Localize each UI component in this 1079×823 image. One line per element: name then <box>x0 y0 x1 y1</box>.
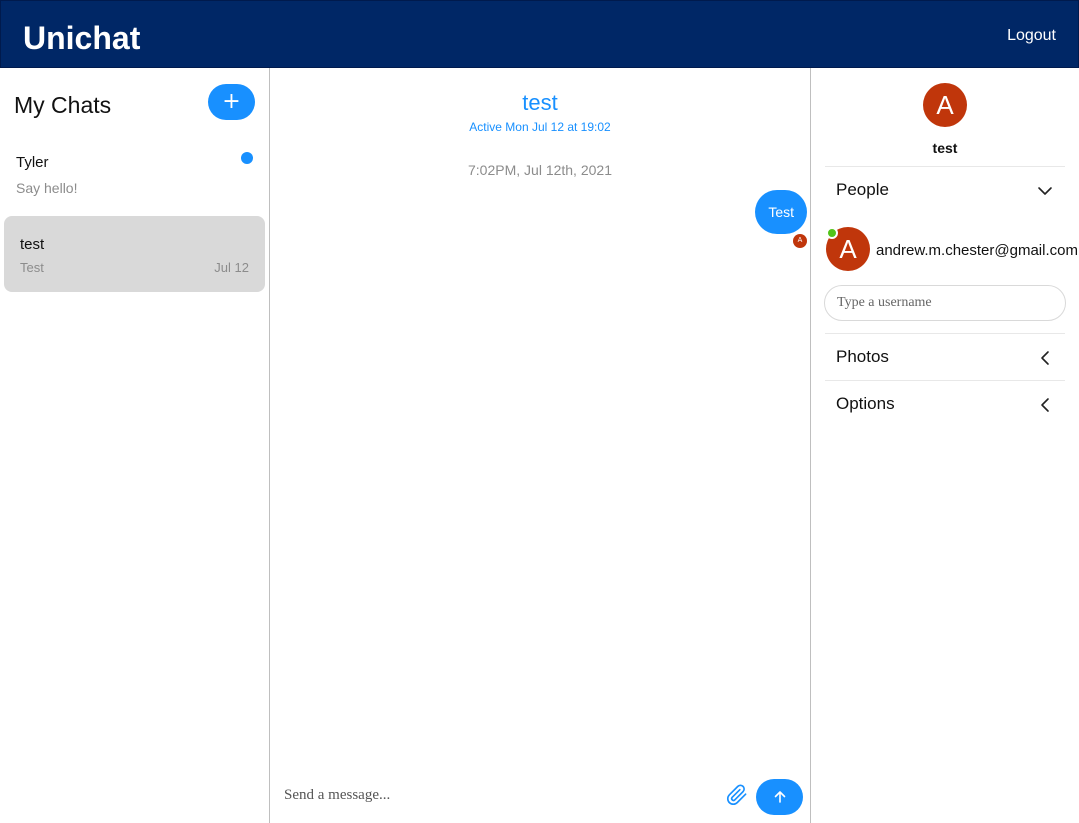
new-chat-button[interactable]: + <box>208 84 255 120</box>
chat-card-tyler[interactable]: Tyler Say hello! <box>4 144 265 220</box>
divider <box>825 166 1065 167</box>
chat-feed: test Active Mon Jul 12 at 19:02 7:02PM, … <box>270 68 810 823</box>
chat-card-date: Jul 12 <box>214 260 249 275</box>
logout-button[interactable]: Logout <box>1007 27 1056 45</box>
people-section-header[interactable]: People <box>825 168 1065 214</box>
app-logo: Unichat <box>23 20 141 56</box>
online-status-dot <box>826 227 838 239</box>
chevron-left-icon <box>1041 398 1049 412</box>
read-receipt-avatar: A <box>793 234 807 248</box>
chat-title: test <box>522 90 558 115</box>
divider <box>825 380 1065 381</box>
options-section-header[interactable]: Options <box>825 382 1065 428</box>
chat-list-title: My Chats <box>14 92 112 118</box>
chat-settings-title: test <box>932 140 958 156</box>
navbar: Unichat Logout <box>0 0 1079 68</box>
arrow-up-icon <box>774 791 785 803</box>
message-timestamp: 7:02PM, Jul 12th, 2021 <box>468 162 612 178</box>
chat-card-title: Tyler <box>16 154 49 171</box>
paperclip-icon[interactable] <box>726 784 748 806</box>
add-username-input[interactable] <box>824 285 1066 321</box>
chat-activity-status: Active Mon Jul 12 at 19:02 <box>469 120 611 134</box>
message-bubble[interactable]: Test <box>755 190 807 234</box>
chevron-down-icon <box>1038 187 1052 195</box>
chat-avatar: A <box>923 83 967 127</box>
send-button[interactable] <box>756 779 803 815</box>
section-label: Options <box>836 394 895 413</box>
section-label: Photos <box>836 347 889 366</box>
chat-settings-panel: A test People A andrew.m.chester@gmail.c… <box>810 68 1079 823</box>
chat-card-last-message: Test <box>20 260 44 275</box>
chat-card-test[interactable]: test Test Jul 12 <box>4 216 265 292</box>
section-label: People <box>836 180 889 199</box>
chevron-left-icon <box>1041 351 1049 365</box>
chat-card-title: test <box>20 236 45 253</box>
message-input[interactable] <box>284 782 704 808</box>
chat-list-panel: My Chats + Tyler Say hello! test Test Ju… <box>0 68 270 823</box>
message-composer <box>270 768 810 823</box>
photos-section-header[interactable]: Photos <box>825 335 1065 381</box>
divider <box>825 333 1065 334</box>
person-email: andrew.m.chester@gmail.com <box>876 242 1078 259</box>
unread-indicator <box>241 152 253 164</box>
chat-card-last-message: Say hello! <box>16 180 78 196</box>
